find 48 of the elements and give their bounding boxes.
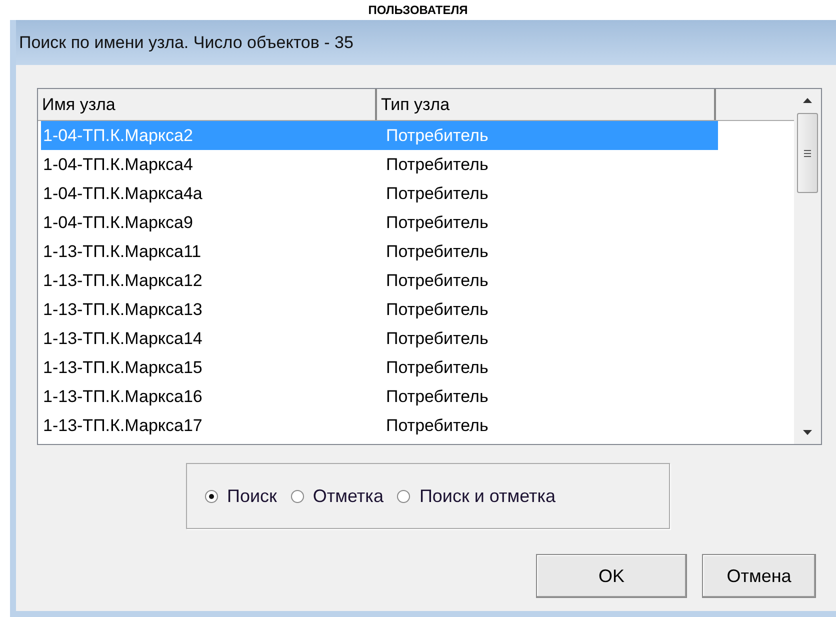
- radio-label[interactable]: Поиск: [227, 486, 277, 506]
- table-cell: Потребитель: [386, 184, 488, 204]
- list-row[interactable]: 1-13-ТП.К.Маркса14 Потребитель: [41, 324, 718, 353]
- list-row[interactable]: 1-13-ТП.К.Маркса12 Потребитель: [41, 266, 718, 295]
- table-cell: Потребитель: [386, 300, 488, 320]
- table-cell: Потребитель: [386, 242, 488, 262]
- radio-label[interactable]: Поиск и отметка: [419, 486, 556, 506]
- table-cell: Потребитель: [386, 416, 488, 436]
- ok-button[interactable]: OK: [536, 554, 687, 598]
- window-title: Поиск по имени узла. Число объектов - 35: [18, 32, 354, 52]
- list-row[interactable]: 1-13-ТП.К.Маркса11 Потребитель: [41, 237, 718, 266]
- table-cell: Потребитель: [386, 358, 488, 378]
- scroll-thumb[interactable]: [797, 113, 818, 193]
- scrollbar[interactable]: [794, 89, 821, 444]
- table-cell-text: 1-04-ТП.К.Маркса4: [42, 154, 194, 174]
- list-row[interactable]: 1-04-ТП.К.Маркса9 Потребитель: [41, 208, 718, 237]
- table-cell: Потребитель: [386, 126, 488, 146]
- table-cell-text: 1-13-ТП.К.Маркса13: [42, 300, 204, 320]
- table-cell-text: 1-13-ТП.К.Маркса17: [42, 416, 204, 436]
- list-row[interactable]: 1-13-ТП.К.Маркса13 Потребитель: [41, 295, 718, 324]
- table-cell: Потребитель: [386, 154, 488, 174]
- column-header[interactable]: Имя узла: [38, 89, 377, 120]
- table-cell: Потребитель: [386, 212, 488, 232]
- list-row[interactable]: 1-04-ТП.К.Маркса4 Потребитель: [41, 150, 718, 179]
- list-row[interactable]: 1-13-ТП.К.Маркса17 Потребитель: [41, 411, 718, 440]
- table-cell-text: 1-04-ТП.К.Маркса9: [42, 212, 194, 232]
- scroll-up-icon[interactable]: [803, 97, 812, 103]
- radio-button[interactable]: [205, 490, 218, 502]
- list-row[interactable]: 1-13-ТП.К.Маркса15 Потребитель: [41, 353, 718, 382]
- list-row[interactable]: 1-04-ТП.К.Маркса4а Потребитель: [41, 179, 718, 208]
- table-cell-text: 1-04-ТП.К.Маркса4а: [42, 184, 204, 204]
- radio-button[interactable]: [397, 490, 410, 502]
- table-cell-text: 1-13-ТП.К.Маркса16: [42, 386, 204, 406]
- column-header[interactable]: Тип узла: [377, 89, 716, 120]
- radio-label[interactable]: Отметка: [312, 486, 384, 506]
- table-cell-text: 1-13-ТП.К.Маркса14: [42, 328, 204, 348]
- table-cell-text: 1-13-ТП.К.Маркса12: [42, 270, 204, 290]
- cancel-button[interactable]: Отмена: [702, 554, 816, 598]
- table-cell-text: 1-13-ТП.К.Маркса15: [42, 358, 204, 378]
- table-cell-text: 1-04-ТП.К.Маркса2: [42, 126, 194, 146]
- list-row[interactable]: 1-13-ТП.К.Маркса16 Потребитель: [41, 382, 718, 411]
- table-cell: Потребитель: [386, 328, 488, 348]
- table-cell: Потребитель: [386, 386, 488, 406]
- table-cell-text: 1-13-ТП.К.Маркса11: [42, 242, 202, 262]
- radio-button[interactable]: [290, 490, 304, 502]
- table-cell: Потребитель: [386, 270, 488, 290]
- scroll-down-icon[interactable]: [803, 430, 812, 436]
- page-header: ПОЛЬЗОВАТЕЛЯ: [368, 3, 468, 19]
